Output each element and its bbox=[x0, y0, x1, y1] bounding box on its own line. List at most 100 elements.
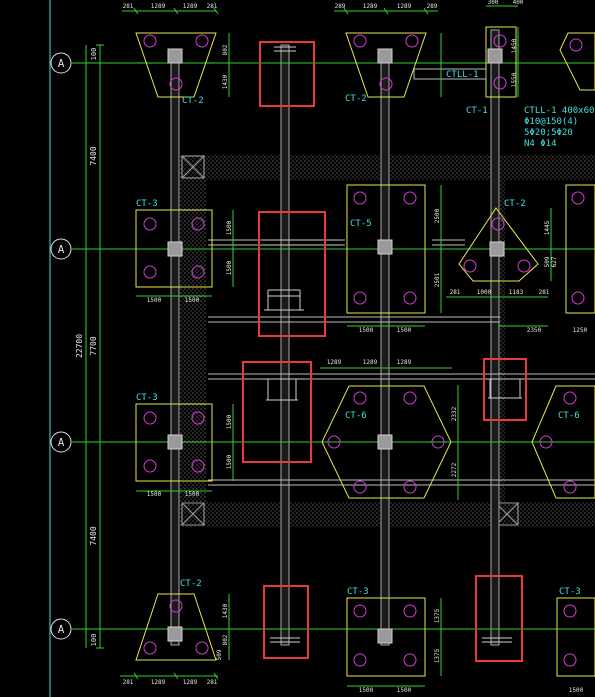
pile bbox=[143, 217, 157, 231]
dim-text: 1500 bbox=[397, 687, 412, 694]
column-stub bbox=[377, 628, 393, 644]
dim-text: 1183 bbox=[509, 289, 524, 296]
pile bbox=[353, 604, 367, 618]
dim-text: 2501 bbox=[434, 272, 441, 287]
pile bbox=[403, 291, 417, 305]
dim-text: 1375 bbox=[434, 608, 441, 623]
cap-label: CT-2 bbox=[504, 199, 526, 209]
beam-note-line-4: N4 Φ14 bbox=[524, 139, 557, 149]
pile bbox=[403, 653, 417, 667]
dim-text: 1500 bbox=[226, 220, 233, 235]
dim-left-100-top: 100 bbox=[90, 48, 98, 61]
column-stub bbox=[377, 434, 393, 450]
cap-label: CT-2 bbox=[182, 96, 204, 106]
pile bbox=[143, 265, 157, 279]
cap-label: CT-6 bbox=[345, 411, 367, 421]
ctll-tie-beam: CTLL-1 bbox=[413, 68, 487, 80]
dim-text: 509 bbox=[216, 649, 223, 660]
pile bbox=[403, 604, 417, 618]
dim-text: 1500 bbox=[397, 327, 412, 334]
cap-label: CT-2 bbox=[180, 579, 202, 589]
axis-lines bbox=[72, 62, 595, 630]
pile bbox=[571, 291, 585, 305]
axis-label: A bbox=[58, 243, 65, 256]
cap-label: CT-3 bbox=[136, 393, 158, 403]
pile bbox=[569, 38, 583, 52]
column-stub bbox=[487, 48, 503, 64]
dim-text: 802 bbox=[222, 44, 229, 55]
column-stub bbox=[167, 626, 183, 642]
pile bbox=[403, 391, 417, 405]
dim-text: 1289 bbox=[397, 3, 412, 10]
dim-text: 1375 bbox=[434, 648, 441, 663]
dim-text: 1289 bbox=[363, 3, 378, 10]
cap-label: CT-6 bbox=[558, 411, 580, 421]
dim-left-7400-bottom: 7400 bbox=[89, 526, 98, 545]
dim-text: 1550 bbox=[511, 72, 518, 87]
dim-text: 289 bbox=[427, 3, 438, 10]
pile bbox=[353, 480, 367, 494]
tie-beam-col3 bbox=[380, 54, 390, 646]
dim-text: 2350 bbox=[527, 327, 542, 334]
dim-text: 281 bbox=[123, 679, 134, 686]
pile bbox=[195, 34, 209, 48]
column-stub bbox=[167, 434, 183, 450]
pile bbox=[353, 191, 367, 205]
dim-text: 1289 bbox=[151, 3, 166, 10]
pile bbox=[563, 653, 577, 667]
dim-text: 281 bbox=[207, 3, 218, 10]
cad-drawing-canvas: A A A A 100 7400 22700 7700 7400 100 CT-… bbox=[49, 0, 595, 697]
tie-beam-col2 bbox=[280, 44, 290, 646]
dim-text: 281 bbox=[207, 679, 218, 686]
pile bbox=[517, 259, 531, 273]
pile bbox=[353, 653, 367, 667]
wall-sections bbox=[262, 46, 525, 643]
callout-box-3 bbox=[242, 361, 312, 463]
pile bbox=[563, 480, 577, 494]
beam-label: CTLL-1 bbox=[446, 70, 479, 80]
dim-text: 1289 bbox=[363, 359, 378, 366]
axis-label: A bbox=[58, 436, 65, 449]
axis-bubble-1: A bbox=[50, 52, 72, 74]
dim-left-7400-top: 7400 bbox=[89, 146, 98, 165]
pile bbox=[195, 641, 209, 655]
axis-bubble-3: A bbox=[50, 431, 72, 453]
cap-label: CT-1 bbox=[466, 106, 488, 116]
axis-label: A bbox=[58, 623, 65, 636]
dim-text: 802 bbox=[222, 634, 229, 645]
beam-note: CTLL-1 400x600 Φ10@150(4) 5Φ20;5Φ20 N4 Φ… bbox=[524, 106, 595, 149]
cap-label: CT-5 bbox=[350, 219, 372, 229]
pile bbox=[353, 34, 367, 48]
cap-label: CT-3 bbox=[559, 587, 581, 597]
beam-note-line-2: Φ10@150(4) bbox=[524, 117, 578, 127]
pile bbox=[571, 191, 585, 205]
dim-text: 1289 bbox=[397, 359, 412, 366]
tie-beams bbox=[170, 29, 500, 646]
pile bbox=[353, 391, 367, 405]
dim-text: 1500 bbox=[226, 260, 233, 275]
pile bbox=[143, 459, 157, 473]
dim-text: 1430 bbox=[222, 74, 229, 89]
axis-bubble-4: A bbox=[50, 618, 72, 640]
dim-text: 1500 bbox=[147, 297, 162, 304]
dim-text: 1500 bbox=[147, 491, 162, 498]
pile-cap-ct3-bottom-right: CT-3 bbox=[556, 587, 595, 677]
dim-text: 509 bbox=[544, 256, 551, 267]
beam-note-line-1: CTLL-1 400x600 bbox=[524, 106, 595, 116]
column-stub bbox=[167, 241, 183, 257]
pile bbox=[405, 34, 419, 48]
pile bbox=[143, 411, 157, 425]
beam-note-line-3: 5Φ20;5Φ20 bbox=[524, 128, 573, 138]
dim-text: 300 bbox=[488, 0, 499, 6]
column-stub bbox=[167, 48, 183, 64]
dim-text: 1500 bbox=[226, 454, 233, 469]
cap-label: CT-3 bbox=[347, 587, 369, 597]
pile bbox=[563, 604, 577, 618]
pile bbox=[143, 641, 157, 655]
dim-text: 2272 bbox=[451, 462, 458, 477]
dim-text: 1500 bbox=[226, 414, 233, 429]
dim-text: 1450 bbox=[511, 38, 518, 53]
dim-text: 400 bbox=[513, 0, 524, 6]
pile bbox=[463, 259, 477, 273]
pile bbox=[353, 291, 367, 305]
